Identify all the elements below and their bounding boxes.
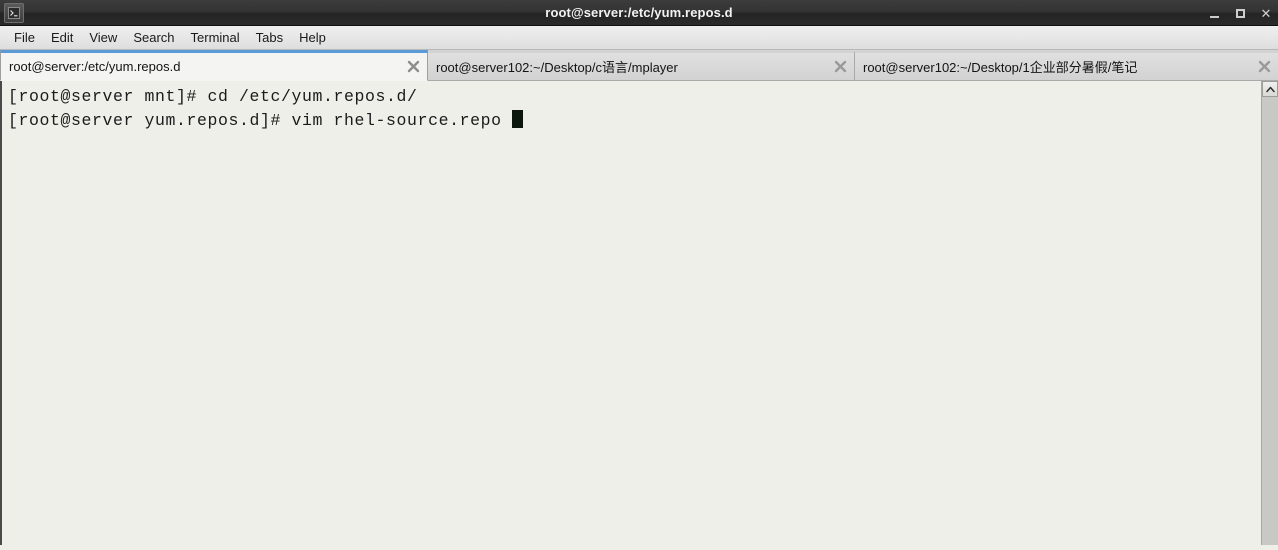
tab-label: root@server102:~/Desktop/c语言/mplayer [436,60,678,75]
menu-item-terminal[interactable]: Terminal [183,28,248,47]
tab-mplayer[interactable]: root@server102:~/Desktop/c语言/mplayer [428,50,855,80]
tab-notes[interactable]: root@server102:~/Desktop/1企业部分暑假/笔记 [855,50,1278,80]
maximize-button[interactable] [1232,5,1248,21]
scrollbar-track[interactable] [1262,97,1278,545]
menu-item-view[interactable]: View [81,28,125,47]
minimize-button[interactable] [1206,5,1222,21]
terminal-line-with-cursor: [root@server yum.repos.d]# vim rhel-sour… [8,109,1261,133]
menu-bar: File Edit View Search Terminal Tabs Help [0,26,1278,50]
chevron-up-icon[interactable] [1262,81,1278,97]
window-title: root@server:/etc/yum.repos.d [545,5,733,20]
terminal-area: [root@server mnt]# cd /etc/yum.repos.d/ … [0,81,1278,545]
terminal-screen[interactable]: [root@server mnt]# cd /etc/yum.repos.d/ … [2,81,1261,545]
menu-item-tabs[interactable]: Tabs [248,28,291,47]
terminal-line-text: [root@server yum.repos.d]# vim rhel-sour… [8,111,513,130]
terminal-scrollbar[interactable] [1261,81,1278,545]
tab-bar: root@server:/etc/yum.repos.d root@server… [0,50,1278,81]
tab-label: root@server102:~/Desktop/1企业部分暑假/笔记 [863,60,1138,75]
close-icon[interactable] [832,59,848,75]
menu-item-help[interactable]: Help [291,28,334,47]
terminal-cursor [512,110,524,128]
close-icon[interactable] [405,59,421,75]
close-icon[interactable] [1256,59,1272,75]
close-button[interactable]: ✕ [1258,5,1274,21]
menu-item-search[interactable]: Search [125,28,182,47]
tab-label: root@server:/etc/yum.repos.d [9,59,181,74]
terminal-icon [4,2,24,23]
tab-yum-repos-d[interactable]: root@server:/etc/yum.repos.d [0,50,428,81]
window-controls: ✕ [1206,0,1274,26]
terminal-window: root@server:/etc/yum.repos.d ✕ File Edit… [0,0,1278,550]
terminal-line: [root@server mnt]# cd /etc/yum.repos.d/ [8,87,418,106]
title-bar: root@server:/etc/yum.repos.d ✕ [0,0,1278,26]
menu-item-file[interactable]: File [6,28,43,47]
menu-item-edit[interactable]: Edit [43,28,81,47]
